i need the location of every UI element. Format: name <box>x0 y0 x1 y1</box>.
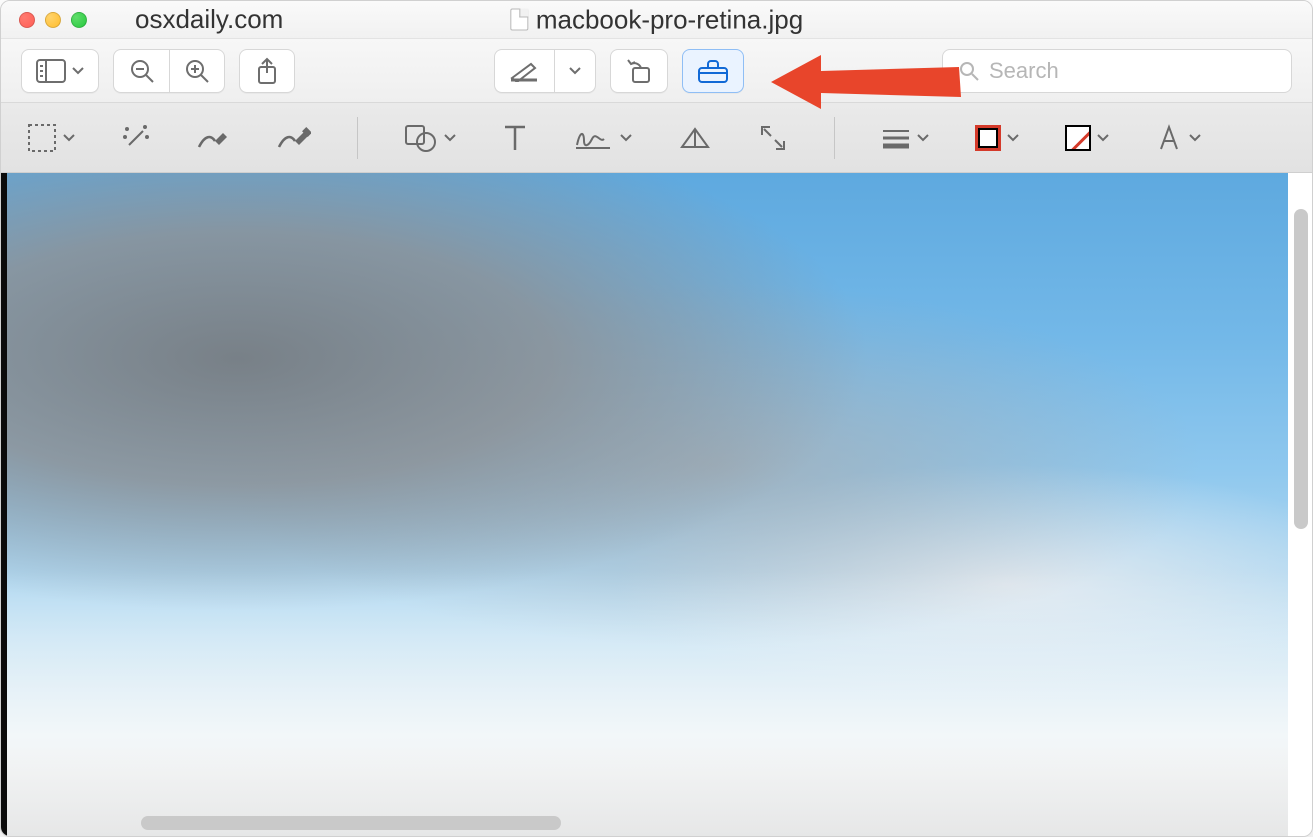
shapes-icon <box>404 124 438 152</box>
fullscreen-window-button[interactable] <box>71 12 87 28</box>
highlight-menu-button[interactable] <box>554 49 596 93</box>
border-color-swatch <box>975 125 1001 151</box>
highlight-group <box>494 49 596 93</box>
text-tool[interactable] <box>502 116 528 160</box>
minimize-window-button[interactable] <box>45 12 61 28</box>
line-weight-icon <box>881 127 911 149</box>
chevron-down-icon <box>444 134 456 142</box>
selection-rect-icon <box>27 123 57 153</box>
chevron-down-icon <box>1189 134 1201 142</box>
share-button[interactable] <box>239 49 295 93</box>
preview-window: osxdaily.com macbook-pro-retina.jpg <box>0 0 1313 837</box>
close-window-button[interactable] <box>19 12 35 28</box>
horizontal-scrollbar[interactable] <box>141 816 561 830</box>
instant-alpha-tool[interactable] <box>121 116 151 160</box>
line-style-tool[interactable] <box>881 116 929 160</box>
image-canvas[interactable] <box>1 173 1288 836</box>
zoom-group <box>113 49 225 93</box>
fill-color-swatch <box>1065 125 1091 151</box>
shapes-tool[interactable] <box>404 116 456 160</box>
text-style-tool[interactable] <box>1155 116 1201 160</box>
resize-icon <box>758 123 788 153</box>
window-title: macbook-pro-retina.jpg <box>510 4 803 35</box>
markup-toolbar-button[interactable] <box>682 49 744 93</box>
search-field[interactable]: Search <box>942 49 1292 93</box>
fill-color-tool[interactable] <box>1065 116 1109 160</box>
rotate-button[interactable] <box>610 49 668 93</box>
titlebar: osxdaily.com macbook-pro-retina.jpg <box>1 1 1312 39</box>
vertical-scrollbar[interactable] <box>1294 209 1308 529</box>
adjust-size-tool[interactable] <box>758 116 788 160</box>
pencil-draw-icon <box>197 125 231 151</box>
markup-toolbar <box>1 103 1312 173</box>
zoom-in-button[interactable] <box>169 49 225 93</box>
font-style-icon <box>1155 123 1183 153</box>
toolbar-divider <box>357 117 358 159</box>
search-icon <box>959 61 979 81</box>
zoom-out-button[interactable] <box>113 49 169 93</box>
text-icon <box>502 123 528 153</box>
adjust-color-tool[interactable] <box>678 116 712 160</box>
signature-icon <box>574 125 614 151</box>
sign-tool[interactable] <box>574 116 632 160</box>
highlight-button[interactable] <box>494 49 554 93</box>
prism-icon <box>678 125 712 151</box>
chevron-down-icon <box>620 134 632 142</box>
sketch-tool[interactable] <box>277 116 311 160</box>
sidebar-button[interactable] <box>21 49 99 93</box>
toolbar-divider <box>834 117 835 159</box>
content-area <box>1 173 1312 836</box>
chevron-down-icon <box>1007 134 1019 142</box>
brush-draw-icon <box>277 125 311 151</box>
site-label: osxdaily.com <box>135 4 283 35</box>
chevron-down-icon <box>917 134 929 142</box>
window-controls <box>1 12 87 28</box>
selection-tool[interactable] <box>27 116 75 160</box>
draw-tool[interactable] <box>197 116 231 160</box>
magic-wand-icon <box>121 123 151 153</box>
border-color-tool[interactable] <box>975 116 1019 160</box>
chevron-down-icon <box>63 134 75 142</box>
search-placeholder: Search <box>989 58 1059 84</box>
chevron-down-icon <box>72 67 84 75</box>
filename-label: macbook-pro-retina.jpg <box>536 4 803 35</box>
main-toolbar: Search <box>1 39 1312 103</box>
file-type-icon <box>510 9 528 31</box>
chevron-down-icon <box>1097 134 1109 142</box>
